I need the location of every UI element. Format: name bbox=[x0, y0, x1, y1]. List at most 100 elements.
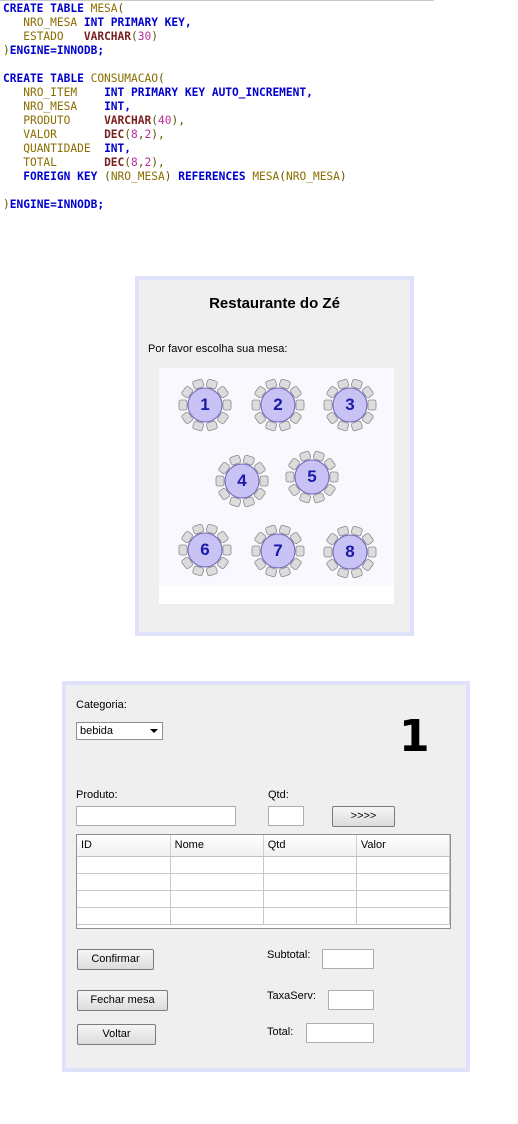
add-item-button[interactable]: >>>> bbox=[332, 806, 395, 827]
table-row[interactable] bbox=[77, 890, 451, 908]
product-label: Produto: bbox=[76, 789, 118, 801]
floor-plan-area: 1 2 3 4 5 6 7 8 bbox=[159, 368, 394, 586]
table-number-label: 5 bbox=[307, 467, 317, 486]
product-input[interactable] bbox=[76, 806, 236, 826]
subtotal-field[interactable] bbox=[322, 949, 374, 969]
choose-table-prompt: Por favor escolha sua mesa: bbox=[148, 343, 288, 355]
table-selection-window: Restaurante do Zé Por favor escolha sua … bbox=[135, 276, 414, 636]
table-number-label: 4 bbox=[237, 471, 247, 490]
service-fee-field[interactable] bbox=[328, 990, 374, 1010]
sql-code: CREATE TABLE MESA( NRO_MESA INT PRIMARY … bbox=[3, 2, 347, 211]
column-header-id[interactable]: ID bbox=[77, 835, 171, 857]
subtotal-label: Subtotal: bbox=[267, 949, 311, 961]
column-header-valor[interactable]: Valor bbox=[356, 835, 451, 857]
sql-column: NRO_MESA bbox=[23, 16, 78, 29]
column-header-qtd[interactable]: Qtd bbox=[263, 835, 357, 857]
sql-engine-val: INNODB bbox=[56, 44, 98, 57]
sql-table-name: MESA bbox=[252, 170, 280, 183]
close-table-button[interactable]: Fechar mesa bbox=[77, 990, 168, 1011]
table-number-label: 3 bbox=[345, 395, 355, 414]
table-cell[interactable] bbox=[170, 856, 264, 874]
table-button-1[interactable]: 1 bbox=[177, 377, 233, 433]
table-cell[interactable] bbox=[170, 890, 264, 908]
table-row[interactable] bbox=[77, 907, 451, 925]
sql-engine-val: INNODB bbox=[56, 198, 98, 211]
table-cell[interactable] bbox=[356, 907, 451, 925]
sql-number: 40 bbox=[157, 114, 172, 127]
table-button-3[interactable]: 3 bbox=[322, 377, 378, 433]
table-row[interactable] bbox=[77, 873, 451, 891]
table-cell[interactable] bbox=[77, 890, 171, 908]
table-button-8[interactable]: 8 bbox=[322, 524, 378, 580]
sql-column: QUANTIDADE bbox=[23, 142, 91, 155]
floor-plan: 1 2 3 4 5 6 7 8 bbox=[159, 368, 394, 604]
category-select-value: bebida bbox=[80, 725, 114, 737]
sql-type: INT PRIMARY KEY bbox=[83, 16, 185, 29]
table-cell[interactable] bbox=[77, 873, 171, 891]
selected-table-number: 1 bbox=[399, 711, 430, 762]
sql-column: ESTADO bbox=[23, 30, 64, 43]
table-number-label: 7 bbox=[273, 541, 283, 560]
qty-input[interactable] bbox=[268, 806, 304, 826]
table-cell[interactable] bbox=[263, 907, 357, 925]
items-table: ID Nome Qtd Valor bbox=[76, 834, 451, 929]
sql-type: DEC bbox=[104, 156, 125, 169]
sql-column: NRO_ITEM bbox=[23, 86, 78, 99]
table-cell[interactable] bbox=[356, 856, 451, 874]
back-button[interactable]: Voltar bbox=[77, 1024, 156, 1045]
total-label: Total: bbox=[267, 1026, 294, 1038]
sql-type: DEC bbox=[104, 128, 125, 141]
confirm-button[interactable]: Confirmar bbox=[77, 949, 154, 970]
table-row[interactable] bbox=[77, 856, 451, 874]
sql-engine-kw: ENGINE bbox=[9, 198, 51, 211]
table-cell[interactable] bbox=[263, 856, 357, 874]
sql-engine-kw: ENGINE bbox=[9, 44, 51, 57]
sql-table-name: CONSUMACAO bbox=[90, 72, 158, 85]
sql-type: VARCHAR bbox=[104, 114, 152, 127]
order-window: Categoria: bebida 1 Produto: Qtd: >>>> I… bbox=[62, 681, 470, 1072]
sql-column: PRODUTO bbox=[23, 114, 71, 127]
category-label: Categoria: bbox=[76, 699, 127, 711]
table-cell[interactable] bbox=[170, 907, 264, 925]
chevron-down-icon bbox=[150, 729, 158, 733]
column-header-nome[interactable]: Nome bbox=[170, 835, 264, 857]
restaurant-title: Restaurante do Zé bbox=[209, 295, 340, 312]
total-field[interactable] bbox=[306, 1023, 374, 1043]
table-button-2[interactable]: 2 bbox=[250, 377, 306, 433]
table-number-label: 2 bbox=[273, 395, 283, 414]
sql-number: 30 bbox=[137, 30, 152, 43]
sql-type: INT bbox=[104, 142, 125, 155]
table-cell[interactable] bbox=[263, 873, 357, 891]
sql-column: VALOR bbox=[23, 128, 57, 141]
table-button-6[interactable]: 6 bbox=[177, 522, 233, 578]
table-cell[interactable] bbox=[77, 856, 171, 874]
table-button-7[interactable]: 7 bbox=[250, 523, 306, 579]
sql-references-kw: REFERENCES bbox=[178, 170, 246, 183]
sql-create-kw: CREATE TABLE bbox=[3, 72, 84, 85]
table-cell[interactable] bbox=[356, 873, 451, 891]
table-number-label: 6 bbox=[200, 540, 210, 559]
sql-type: INT bbox=[104, 100, 125, 113]
table-cell[interactable] bbox=[356, 890, 451, 908]
table-button-4[interactable]: 4 bbox=[214, 453, 270, 509]
sql-create-kw: CREATE TABLE bbox=[3, 2, 84, 15]
sql-number: 8 bbox=[131, 128, 138, 141]
order-panel: Categoria: bebida 1 Produto: Qtd: >>>> I… bbox=[66, 685, 466, 1068]
category-select[interactable]: bebida bbox=[76, 722, 163, 740]
sql-column: TOTAL bbox=[23, 156, 57, 169]
table-selection-panel: Restaurante do Zé Por favor escolha sua … bbox=[139, 280, 410, 632]
table-header-row: ID Nome Qtd Valor bbox=[77, 835, 451, 857]
sql-foreign-key-kw: FOREIGN KEY bbox=[23, 170, 98, 183]
sql-column: NRO_MESA bbox=[110, 170, 165, 183]
table-button-5[interactable]: 5 bbox=[284, 449, 340, 505]
sql-code-block: CREATE TABLE MESA( NRO_MESA INT PRIMARY … bbox=[0, 0, 434, 212]
table-cell[interactable] bbox=[77, 907, 171, 925]
sql-table-name: MESA bbox=[90, 2, 118, 15]
table-cell[interactable] bbox=[170, 873, 264, 891]
sql-column: NRO_MESA bbox=[23, 100, 78, 113]
table-number-label: 1 bbox=[200, 395, 210, 414]
sql-type: INT PRIMARY KEY AUTO_INCREMENT bbox=[104, 86, 307, 99]
table-cell[interactable] bbox=[263, 890, 357, 908]
sql-number: 8 bbox=[131, 156, 138, 169]
qty-label: Qtd: bbox=[268, 789, 289, 801]
